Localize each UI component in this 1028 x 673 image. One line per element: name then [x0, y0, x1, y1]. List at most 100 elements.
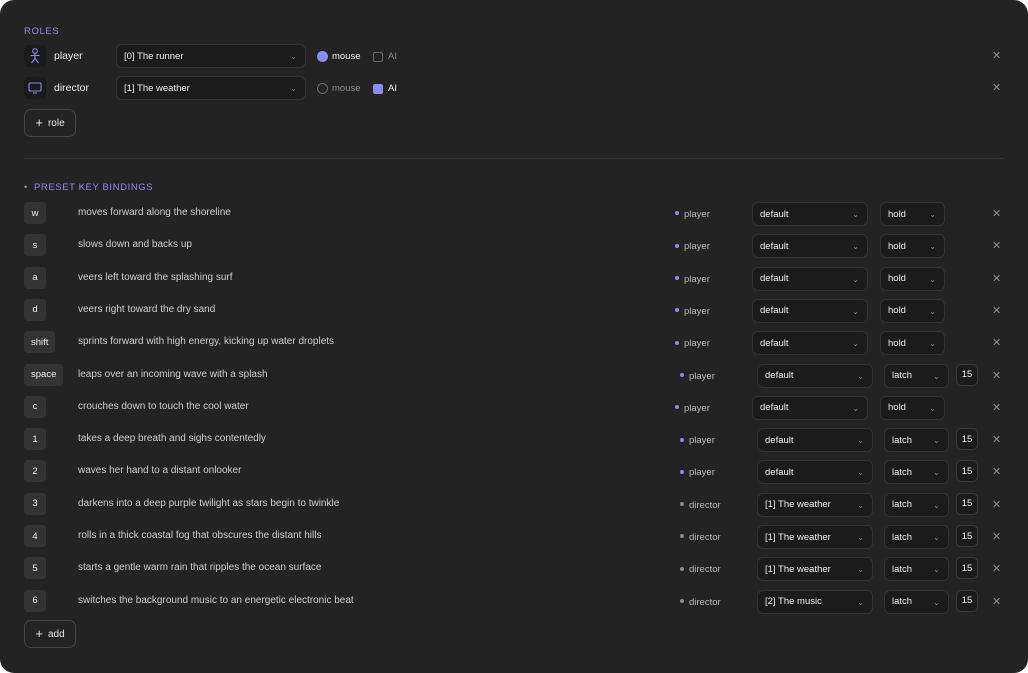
- select-value: latch: [892, 499, 913, 511]
- remove-binding-icon[interactable]: ✕: [992, 433, 1001, 446]
- add-role-button[interactable]: + role: [24, 109, 76, 137]
- remove-binding-icon[interactable]: ✕: [992, 595, 1001, 608]
- binding-mode-select[interactable]: latch ⌄: [884, 428, 949, 453]
- chevron-down-icon: ⌄: [857, 371, 864, 381]
- binding-description[interactable]: starts a gentle warm rain that ripples t…: [78, 562, 321, 573]
- binding-mode-select[interactable]: hold ⌄: [880, 202, 945, 226]
- binding-description[interactable]: veers right toward the dry sand: [78, 304, 215, 315]
- binding-value-input[interactable]: 15: [956, 525, 978, 547]
- remove-binding-icon[interactable]: ✕: [992, 272, 1001, 285]
- binding-description[interactable]: veers left toward the splashing surf: [78, 272, 233, 283]
- ai-checkbox[interactable]: [373, 84, 383, 94]
- binding-mode-select[interactable]: latch ⌄: [884, 460, 949, 485]
- key-badge[interactable]: d: [24, 298, 46, 321]
- binding-value-input[interactable]: 15: [956, 428, 978, 451]
- select-value: latch: [892, 466, 913, 478]
- binding-target-select[interactable]: default ⌄: [757, 363, 873, 388]
- key-badge[interactable]: s: [24, 234, 46, 257]
- remove-binding-icon[interactable]: ✕: [992, 401, 1001, 414]
- remove-binding-icon[interactable]: ✕: [992, 336, 1001, 349]
- select-value: default: [765, 370, 794, 381]
- role-assignment-select[interactable]: [0] The runner ⌄: [116, 44, 306, 68]
- role-assignment-select[interactable]: [1] The weather ⌄: [116, 76, 306, 100]
- ai-checkbox[interactable]: [373, 52, 383, 62]
- binding-mode-select[interactable]: latch ⌄: [884, 589, 949, 614]
- key-badge[interactable]: shift: [24, 331, 56, 354]
- binding-mode-select[interactable]: latch ⌄: [884, 363, 949, 388]
- binding-mode-select[interactable]: latch ⌄: [884, 492, 949, 517]
- binding-target-select[interactable]: default ⌄: [757, 460, 873, 485]
- binding-value-input[interactable]: 15: [956, 460, 978, 483]
- mouse-label: mouse: [332, 51, 361, 62]
- binding-target-select[interactable]: [2] The music ⌄: [757, 589, 873, 614]
- binding-description[interactable]: leaps over an incoming wave with a splas…: [78, 369, 268, 380]
- section-divider: [24, 158, 1004, 159]
- add-binding-button[interactable]: + add: [24, 620, 76, 648]
- chevron-down-icon: ⌄: [857, 533, 864, 542]
- binding-mode-select[interactable]: hold ⌄: [880, 266, 945, 291]
- binding-description[interactable]: crouches down to touch the cool water: [78, 401, 249, 412]
- key-badge[interactable]: 3: [24, 492, 46, 515]
- binding-description[interactable]: darkens into a deep purple twilight as s…: [78, 498, 339, 509]
- binding-description[interactable]: takes a deep breath and sighs contentedl…: [78, 433, 266, 444]
- remove-binding-icon[interactable]: ✕: [992, 465, 1001, 478]
- key-badge[interactable]: 2: [24, 460, 46, 483]
- key-badge[interactable]: 4: [24, 525, 46, 547]
- binding-description[interactable]: waves her hand to a distant onlooker: [78, 465, 241, 476]
- key-badge[interactable]: 6: [24, 589, 46, 612]
- key-badge[interactable]: 5: [24, 557, 46, 580]
- binding-description[interactable]: switches the background music to an ener…: [78, 595, 354, 606]
- chevron-down-icon: ⌄: [929, 242, 936, 252]
- binding-value-input[interactable]: 15: [956, 557, 978, 580]
- binding-target-select[interactable]: default ⌄: [752, 331, 868, 356]
- binding-role: director: [689, 532, 721, 543]
- binding-target-select[interactable]: [1] The weather ⌄: [757, 492, 873, 517]
- mouse-label: mouse: [332, 83, 361, 94]
- binding-mode-select[interactable]: hold ⌄: [880, 234, 945, 259]
- remove-role-icon[interactable]: ✕: [992, 81, 1001, 94]
- remove-binding-icon[interactable]: ✕: [992, 498, 1001, 511]
- remove-role-icon[interactable]: ✕: [992, 49, 1001, 62]
- binding-mode-select[interactable]: latch ⌄: [884, 525, 949, 549]
- binding-target-select[interactable]: default ⌄: [757, 428, 873, 453]
- binding-mode-select[interactable]: hold ⌄: [880, 298, 945, 323]
- role-name: director: [54, 82, 90, 94]
- binding-row: a veers left toward the splashing surf pla…: [24, 266, 1004, 291]
- remove-binding-icon[interactable]: ✕: [992, 530, 1001, 543]
- remove-binding-icon[interactable]: ✕: [992, 304, 1001, 317]
- binding-role: director: [689, 499, 721, 511]
- chevron-down-icon: ⌄: [852, 242, 859, 252]
- binding-mode-select[interactable]: hold ⌄: [880, 331, 945, 356]
- binding-description[interactable]: sprints forward with high energy, kickin…: [78, 336, 334, 347]
- key-badge[interactable]: a: [24, 266, 46, 289]
- role-dot-icon: [680, 372, 684, 377]
- binding-description[interactable]: slows down and backs up: [78, 239, 192, 250]
- binding-description[interactable]: rolls in a thick coastal fog that obscur…: [78, 530, 321, 541]
- key-badge[interactable]: space: [24, 363, 64, 386]
- binding-value-input[interactable]: 15: [956, 589, 978, 612]
- binding-mode-select[interactable]: hold ⌄: [880, 395, 945, 420]
- remove-binding-icon[interactable]: ✕: [992, 562, 1001, 575]
- remove-binding-icon[interactable]: ✕: [992, 207, 1001, 220]
- key-badge[interactable]: 1: [24, 428, 46, 451]
- remove-binding-icon[interactable]: ✕: [992, 369, 1001, 382]
- binding-target-select[interactable]: default ⌄: [752, 298, 868, 323]
- binding-target-select[interactable]: [1] The weather ⌄: [757, 525, 873, 549]
- binding-mode-select[interactable]: latch ⌄: [884, 557, 949, 582]
- binding-target-select[interactable]: default ⌄: [752, 202, 868, 226]
- key-badge[interactable]: c: [24, 395, 46, 418]
- remove-binding-icon[interactable]: ✕: [992, 239, 1001, 252]
- binding-target-select[interactable]: default ⌄: [752, 395, 868, 420]
- binding-target-select[interactable]: [1] The weather ⌄: [757, 557, 873, 582]
- select-value: hold: [888, 305, 906, 317]
- mouse-radio[interactable]: [317, 51, 328, 62]
- binding-description[interactable]: moves forward along the shoreline: [78, 207, 231, 218]
- binding-role-tag: player: [675, 306, 710, 317]
- mouse-radio[interactable]: [317, 83, 328, 94]
- binding-target-select[interactable]: default ⌄: [752, 266, 868, 291]
- binding-value-input[interactable]: 15: [956, 363, 978, 386]
- binding-row: space leaps over an incoming wave with a …: [24, 363, 1004, 388]
- binding-value-input[interactable]: 15: [956, 492, 978, 515]
- key-badge[interactable]: w: [24, 202, 46, 224]
- binding-target-select[interactable]: default ⌄: [752, 234, 868, 259]
